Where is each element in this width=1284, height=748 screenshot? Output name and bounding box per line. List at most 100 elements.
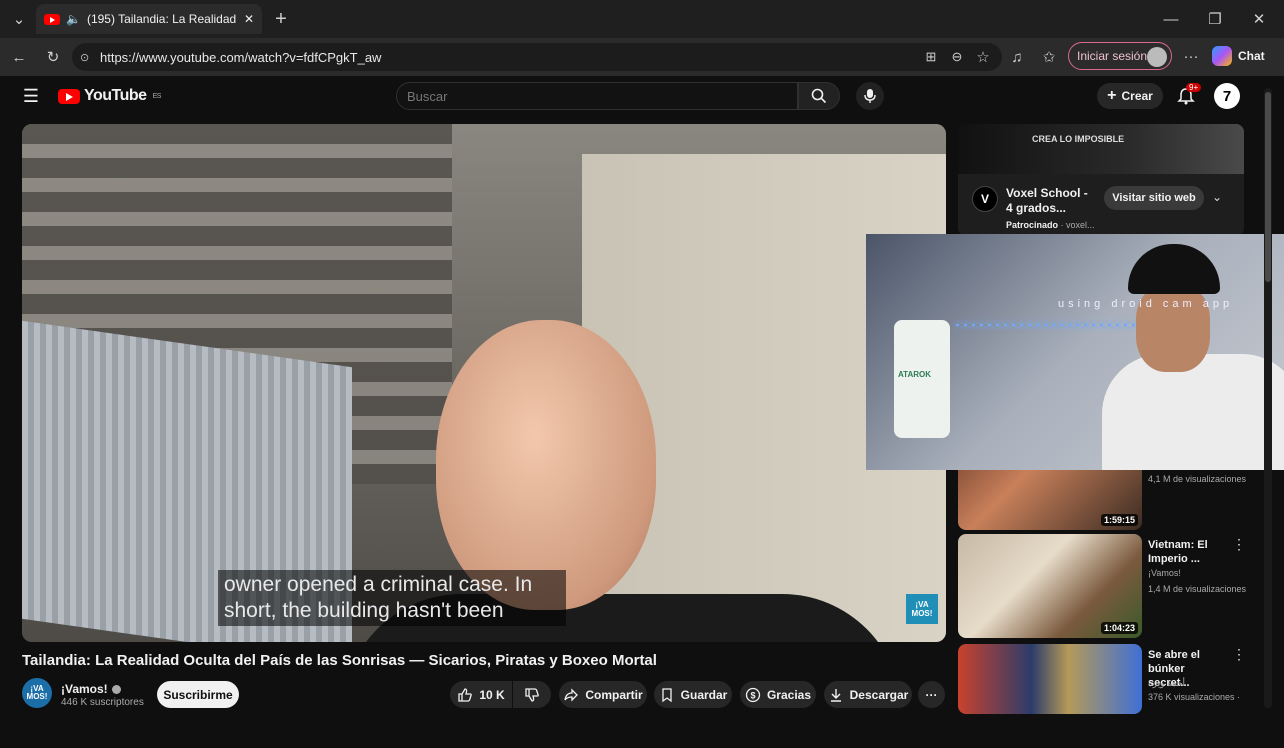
- thanks-button[interactable]: $ Gracias: [740, 681, 816, 708]
- account-avatar[interactable]: 7: [1214, 83, 1240, 109]
- scrollbar-thumb[interactable]: [1265, 92, 1271, 282]
- download-label: Descargar: [849, 687, 909, 702]
- create-label: Crear: [1121, 89, 1153, 103]
- favorites-icon[interactable]: ✩: [1036, 44, 1062, 70]
- visit-website-button[interactable]: Visitar sitio web: [1104, 186, 1204, 210]
- bottle-label: ATAROK: [898, 370, 932, 379]
- thumbs-up-icon: [458, 687, 473, 702]
- new-tab-icon[interactable]: +: [268, 6, 294, 32]
- sign-in-button[interactable]: Iniciar sesión: [1068, 42, 1172, 70]
- download-button[interactable]: Descargar: [824, 681, 912, 708]
- ad-banner-text: CREA LO IMPOSIBLE: [1032, 134, 1125, 144]
- reload-icon[interactable]: ↻: [40, 44, 66, 70]
- app-available-icon[interactable]: ⊞: [918, 44, 944, 70]
- minimize-icon[interactable]: —: [1158, 6, 1184, 32]
- streamer-shirt: [1102, 354, 1284, 470]
- bookmark-icon: [662, 687, 672, 702]
- dislike-button[interactable]: [513, 681, 551, 708]
- share-label: Compartir: [585, 687, 643, 702]
- chat-label: Chat: [1238, 49, 1265, 63]
- close-tab-icon[interactable]: ✕: [244, 12, 254, 26]
- create-button[interactable]: + Crear: [1097, 83, 1163, 109]
- channel-name-row[interactable]: ¡Vamos!: [61, 682, 121, 696]
- video-title: Tailandia: La Realidad Oculta del País d…: [22, 652, 657, 669]
- site-info-icon[interactable]: ⊙: [80, 51, 89, 64]
- more-horizontal-icon: ···: [925, 687, 938, 702]
- bottle: ATAROK: [894, 320, 950, 438]
- caption-line-1: owner opened a criminal case. In: [224, 573, 533, 596]
- channel-name[interactable]: ¡Vamos!: [61, 682, 108, 696]
- svg-text:$: $: [750, 690, 755, 700]
- ad-logo[interactable]: V: [972, 186, 998, 212]
- video-thumbnail[interactable]: 1:04:23: [958, 534, 1142, 638]
- copilot-chat-button[interactable]: Chat: [1212, 42, 1276, 70]
- region-code: ES: [152, 92, 162, 100]
- subscribe-button[interactable]: Suscribirme: [157, 681, 239, 708]
- notification-count-badge: 9+: [1186, 83, 1202, 92]
- youtube-favicon-icon: [44, 13, 60, 25]
- download-icon: [830, 688, 841, 702]
- more-actions-button[interactable]: ···: [918, 681, 945, 708]
- ad-sponsored-line: Patrocinado · voxel...: [1006, 220, 1095, 230]
- channel-watermark[interactable]: ¡VA MOS!: [906, 594, 938, 624]
- profile-avatar-icon: [1147, 47, 1167, 67]
- ad-expand-chevron-icon[interactable]: ⌄: [1212, 190, 1222, 204]
- more-actions-icon[interactable]: ⋮: [1232, 646, 1246, 663]
- video-player[interactable]: owner opened a criminal case. In short, …: [22, 124, 946, 642]
- maximize-icon[interactable]: ❐: [1202, 6, 1228, 32]
- video-views: 376 K visualizaciones ·: [1148, 692, 1241, 702]
- video-frame-person-head: [436, 320, 656, 610]
- search-input[interactable]: Buscar: [396, 82, 798, 110]
- ad-title[interactable]: Voxel School - 4 grados...: [1006, 186, 1096, 216]
- video-captions: owner opened a criminal case. In short, …: [218, 570, 566, 626]
- video-channel[interactable]: ¡Vamos!: [1148, 568, 1181, 578]
- plus-icon: +: [1107, 87, 1117, 104]
- video-views: 4,1 M de visualizaciones: [1148, 474, 1247, 484]
- save-label: Guardar: [680, 687, 728, 702]
- ad-banner-image[interactable]: CREA LO IMPOSIBLE: [958, 124, 1244, 174]
- channel-avatar[interactable]: ¡VA MOS!: [22, 678, 52, 708]
- subscriber-count: 446 K suscriptores: [61, 697, 144, 708]
- video-title[interactable]: Vietnam: El Imperio ...: [1148, 538, 1228, 566]
- search-icon: [811, 88, 827, 104]
- more-actions-icon[interactable]: ⋮: [1232, 536, 1246, 553]
- media-control-icon[interactable]: ♫: [1004, 44, 1030, 70]
- voice-search-button[interactable]: [856, 82, 884, 110]
- thumbs-down-icon: [525, 687, 539, 702]
- copilot-icon: [1212, 46, 1232, 66]
- video-thumbnail[interactable]: [958, 644, 1142, 714]
- caption-line-2: short, the building hasn't been: [224, 599, 504, 622]
- window-close-icon[interactable]: ✕: [1246, 6, 1272, 32]
- ad-domain: voxel...: [1066, 220, 1095, 230]
- search-button[interactable]: [798, 82, 840, 110]
- sidebar-ad[interactable]: CREA LO IMPOSIBLE V Voxel School - 4 gra…: [958, 124, 1244, 236]
- share-button[interactable]: Compartir: [559, 681, 647, 708]
- thanks-label: Gracias: [766, 687, 812, 702]
- back-icon[interactable]: ←: [6, 44, 32, 70]
- video-duration: 1:04:23: [1100, 622, 1138, 634]
- url-field[interactable]: ⊙ https://www.youtube.com/watch?v=fdfCPg…: [72, 43, 1002, 71]
- favorite-star-icon[interactable]: ☆: [970, 44, 996, 70]
- tab-list-chevron-icon[interactable]: ⌄: [6, 6, 32, 32]
- youtube-logo[interactable]: YouTube ES: [58, 87, 161, 105]
- webcam-overlay-text: using droid cam app: [1058, 298, 1234, 310]
- more-menu-icon[interactable]: ···: [1178, 43, 1204, 69]
- browser-tab-active[interactable]: 🔈 (195) Tailandia: La Realidad Oculta ✕: [36, 4, 262, 34]
- zoom-icon[interactable]: ⊖: [944, 44, 970, 70]
- video-channel[interactable]: أحمد ويزة: [1148, 678, 1185, 689]
- verified-icon: [111, 685, 121, 694]
- youtube-logo-text: YouTube: [84, 87, 147, 104]
- super-thanks-icon: $: [745, 687, 761, 702]
- recommended-video[interactable]: 1:04:23 Vietnam: El Imperio ... ¡Vamos! …: [958, 534, 1247, 638]
- speaker-icon[interactable]: 🔈: [66, 12, 81, 26]
- hamburger-menu-icon[interactable]: ☰: [18, 83, 44, 109]
- sign-in-label: Iniciar sesión: [1077, 49, 1148, 63]
- microphone-icon: [864, 89, 876, 103]
- share-icon: [564, 687, 579, 702]
- webcam-overlay: ATAROK: [866, 234, 1284, 470]
- browser-tab-bar: ⌄ 🔈 (195) Tailandia: La Realidad Oculta …: [0, 0, 1284, 38]
- video-views: 1,4 M de visualizaciones: [1148, 584, 1247, 594]
- like-button[interactable]: 10 K: [450, 681, 512, 708]
- recommended-video[interactable]: Se abre el búnker secret... أحمد ويزة 37…: [958, 644, 1246, 748]
- save-button[interactable]: Guardar: [654, 681, 732, 708]
